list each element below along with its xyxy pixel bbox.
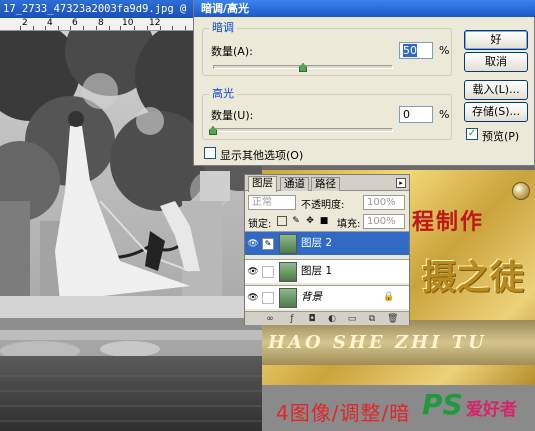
save-button[interactable]: 存储(S)... — [464, 102, 528, 122]
palette-menu-icon[interactable]: ▸ — [396, 178, 406, 188]
plate-band-text: HAO SHE ZHI TU — [268, 332, 487, 353]
brush-icon: ✎ — [262, 238, 274, 250]
plate-middle-text: 摄之徒 — [422, 258, 524, 298]
ruler-label: 4 — [47, 18, 53, 28]
watermark-logo: PS — [422, 388, 463, 421]
add-mask-icon[interactable]: ◘ — [307, 314, 317, 324]
ok-button[interactable]: 好 — [464, 30, 528, 50]
highlights-unit: % — [439, 108, 450, 121]
eye-icon[interactable]: 👁 — [247, 292, 259, 304]
show-more-options-checkbox[interactable] — [204, 147, 216, 159]
caption-area: 4图像/调整/暗 PS 爱好者 — [262, 385, 535, 431]
palette-bottom-bar: ∞ ƒ ◘ ◐ ▭ ⧉ 🗑 — [245, 311, 409, 325]
cancel-button[interactable]: 取消 — [464, 52, 528, 72]
ruler-label: 12 — [149, 18, 161, 28]
eye-icon[interactable]: 👁 — [247, 238, 259, 250]
ruler-label: 2 — [22, 18, 28, 28]
document-title-bar[interactable]: 17_2733_47323a2003fa9d9.jpg @ 66. — [0, 0, 200, 18]
tab-layers[interactable]: 图层 — [248, 176, 277, 192]
blend-mode-select[interactable]: 正常 — [248, 195, 296, 210]
dialog-title: 暗调/高光 — [201, 2, 250, 15]
tab-paths[interactable]: 路径 — [311, 177, 340, 191]
fill-label: 填充: — [337, 219, 361, 230]
layer-thumbnail — [279, 234, 297, 254]
shadows-group-label: 暗调 — [209, 21, 237, 34]
new-group-icon[interactable]: ▭ — [347, 314, 357, 324]
preview-checkbox[interactable]: ✓ — [466, 128, 478, 140]
shadows-amount-input[interactable]: 50 — [399, 42, 433, 59]
delete-layer-icon[interactable]: 🗑 — [387, 314, 398, 324]
preview-label[interactable]: 预览(P) — [482, 128, 519, 144]
new-layer-icon[interactable]: ⧉ — [367, 314, 377, 324]
layer-name: 图层 1 — [301, 265, 333, 277]
palette-tab-bar: 图层 通道 路径 ▸ — [245, 175, 409, 192]
layer-name: 图层 2 — [301, 237, 333, 249]
watermark-site: 爱好者 — [466, 400, 517, 420]
layer-name: 背景 — [301, 291, 322, 303]
layers-palette: 图层 通道 路径 ▸ 正常 不透明度: 100% 锁定: ✎ ✥ ■ 填充: 1… — [244, 174, 410, 325]
shadows-amount-label: 数量(A): — [211, 45, 253, 58]
shadow-highlight-dialog: 暗调/高光 暗调 数量(A): 50 % 高光 数量(U): 0 % 显示其他选… — [193, 0, 535, 166]
plate-top-text: 程制作 — [412, 209, 485, 235]
show-more-options-label[interactable]: 显示其他选项(O) — [220, 147, 303, 163]
dialog-title-bar[interactable]: 暗调/高光 — [194, 0, 535, 17]
tab-channels[interactable]: 通道 — [280, 177, 309, 191]
adjustment-layer-icon[interactable]: ◐ — [327, 314, 337, 324]
layer-thumbnail — [279, 288, 297, 308]
opacity-input[interactable]: 100% — [363, 195, 405, 210]
lock-all-icon[interactable]: ■ — [319, 216, 329, 226]
lock-paint-brush-icon[interactable]: ✎ — [291, 216, 301, 226]
layer-row[interactable]: 👁 背景 🔒 — [245, 285, 409, 309]
layer-thumbnail — [279, 262, 297, 282]
layer-row[interactable]: 👁 图层 1 — [245, 259, 409, 283]
highlights-amount-slider[interactable] — [213, 128, 393, 132]
fill-input[interactable]: 100% — [363, 214, 405, 229]
ruler-label: 8 — [98, 18, 104, 28]
highlights-amount-input[interactable]: 0 — [399, 106, 433, 123]
opacity-label: 不透明度: — [301, 200, 345, 211]
link-slot — [262, 266, 274, 278]
highlights-amount-label: 数量(U): — [211, 109, 254, 122]
link-layers-icon[interactable]: ∞ — [265, 314, 275, 324]
ruler-label: 10 — [122, 18, 134, 28]
link-slot — [262, 292, 274, 304]
layer-style-icon[interactable]: ƒ — [287, 314, 297, 324]
screw-icon — [512, 182, 530, 200]
shadows-unit: % — [439, 44, 450, 57]
lock-move-icon[interactable]: ✥ — [305, 216, 315, 226]
highlights-group: 高光 数量(U): 0 % — [202, 87, 452, 140]
load-button[interactable]: 载入(L)... — [464, 80, 528, 100]
lock-transparent-icon[interactable] — [277, 216, 287, 226]
highlights-group-label: 高光 — [209, 87, 237, 100]
shadows-group: 暗调 数量(A): 50 % — [202, 21, 452, 76]
horizontal-ruler: 2 4 6 8 10 12 — [0, 18, 200, 31]
lock-icon: 🔒 — [383, 292, 395, 302]
eye-icon[interactable]: 👁 — [247, 266, 259, 278]
lock-label: 锁定: — [248, 219, 272, 230]
ruler-label: 6 — [72, 18, 78, 28]
layer-row[interactable]: 👁 ✎ 图层 2 — [245, 231, 409, 255]
plate-band: HAO SHE ZHI TU — [262, 320, 535, 365]
step-caption: 4图像/调整/暗 — [276, 401, 411, 425]
